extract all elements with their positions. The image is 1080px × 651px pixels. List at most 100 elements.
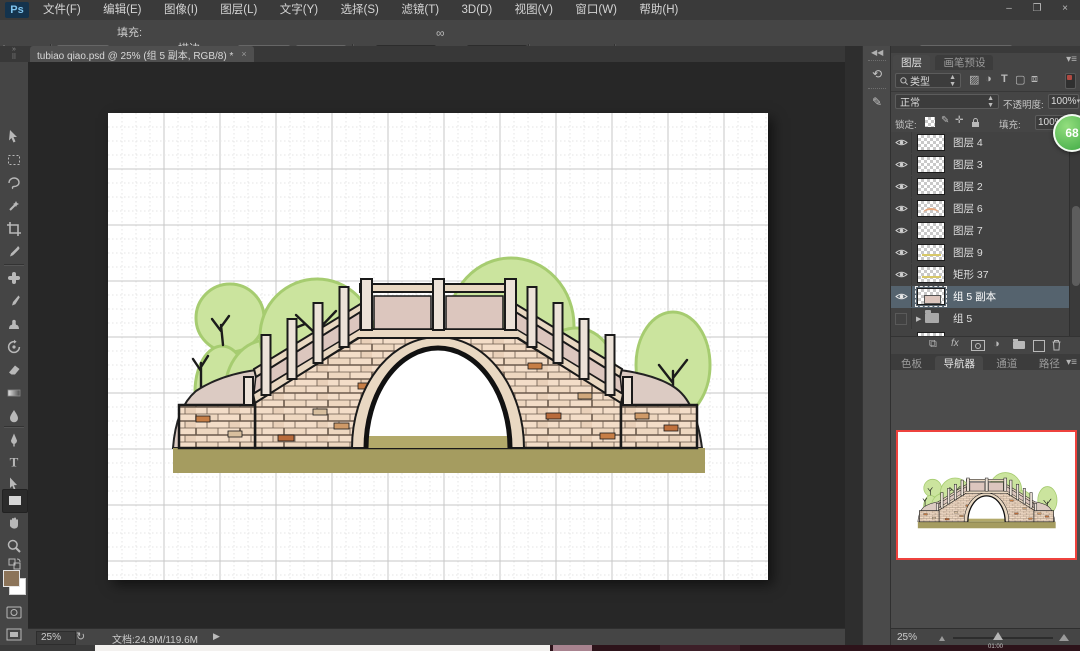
visibility-eye-icon[interactable] [891,154,912,175]
marquee-tool[interactable] [6,152,22,168]
zoom-in-icon[interactable] [1059,634,1069,641]
layer-row[interactable]: 矩形 37 [891,264,1069,287]
scrollbar-thumb[interactable] [1072,206,1080,286]
layer-thumbnail[interactable] [917,222,945,239]
blend-mode-select[interactable]: 正常 ▲▼ [895,94,999,109]
link-dimensions-icon[interactable]: ∞ [436,20,445,46]
link-layers-icon[interactable]: ⧉ [929,338,937,351]
menu-type[interactable]: 文字(Y) [271,0,327,20]
menu-filter[interactable]: 滤镜(T) [392,0,448,20]
menu-select[interactable]: 选择(S) [332,0,388,20]
panel-menu-icon[interactable]: ▾≡ [1066,54,1077,65]
tab-close-icon[interactable]: × [241,49,246,59]
zoom-level-field[interactable]: 25% [36,631,76,645]
zoom-out-icon[interactable] [939,636,945,641]
close-button[interactable]: × [1052,2,1078,17]
filter-pixel-layers-icon[interactable]: ▨ [969,73,979,86]
zoom-tool[interactable] [6,538,22,554]
adjustment-layer-icon[interactable]: ◑ [993,338,1000,350]
layer-thumbnail[interactable] [917,178,945,195]
layer-thumbnail[interactable] [917,288,945,305]
layer-row[interactable]: 图层 9 [891,242,1069,265]
new-layer-icon[interactable] [1033,340,1045,352]
type-tool[interactable]: T [6,454,22,470]
filter-adjustment-layers-icon[interactable]: ◑ [985,73,992,85]
filter-toggle-switch[interactable] [1065,73,1076,89]
filter-type-layers-icon[interactable]: T [1001,73,1008,85]
zoom-slider-thumb[interactable] [993,632,1003,640]
tab-brush-presets[interactable]: 画笔预设 [935,55,993,71]
menu-window[interactable]: 窗口(W) [566,0,626,20]
layer-effects-icon[interactable]: fx [951,338,959,349]
zoom-slider-track[interactable] [953,637,1053,639]
menu-edit[interactable]: 编辑(E) [94,0,150,20]
menu-3d[interactable]: 3D(D) [453,0,502,20]
lock-position-icon[interactable]: ✛ [955,115,963,126]
filter-smart-objects-icon[interactable]: ⧈ [1031,73,1038,86]
opacity-field[interactable]: 100% ▾ [1048,94,1079,109]
visibility-eye-icon[interactable] [891,220,912,241]
gradient-tool[interactable] [6,385,22,401]
foreground-color-swatch[interactable] [3,570,20,587]
layer-row[interactable]: 图层 2 [891,176,1069,199]
history-panel-icon[interactable]: ⟲ [866,64,888,84]
group-row[interactable]: ▶ 组 5 [891,308,1069,331]
menu-help[interactable]: 帮助(H) [630,0,687,20]
layer-row[interactable]: 图层 3 [891,154,1069,177]
quick-selection-tool[interactable] [6,198,22,214]
status-arrow-icon[interactable]: ▶ [213,631,220,642]
hand-tool[interactable] [6,515,22,531]
collapse-panels-icon[interactable]: ◀◀ [871,48,883,57]
menu-view[interactable]: 视图(V) [506,0,562,20]
pen-tool[interactable] [6,432,22,448]
lock-pixels-icon[interactable]: ✎ [941,115,949,126]
delete-layer-icon[interactable] [1051,339,1062,351]
layer-thumbnail[interactable] [917,156,945,173]
tool-presets-panel-icon[interactable]: ✎ [866,92,888,112]
sync-icon[interactable]: ↻ [76,630,85,643]
visibility-eye-icon[interactable] [891,286,912,307]
layer-thumbnail[interactable] [917,200,945,217]
layer-row-selected[interactable]: 组 5 副本 [891,286,1069,309]
layer-thumbnail[interactable] [917,244,945,261]
blur-tool[interactable] [6,408,22,424]
clone-stamp-tool[interactable] [6,316,22,332]
eraser-tool[interactable] [6,362,22,378]
restore-button[interactable]: ❐ [1024,2,1050,17]
toolbar-header[interactable]: »⠿ [0,46,28,62]
history-brush-tool[interactable] [6,339,22,355]
layer-thumbnail[interactable] [917,266,945,283]
layer-mask-icon[interactable] [971,340,985,351]
crop-tool[interactable] [6,221,22,237]
visibility-eye-icon[interactable] [891,242,912,263]
lasso-tool[interactable] [6,175,22,191]
layer-filter-kind-select[interactable]: 类型 ▲▼ [895,73,961,88]
canvas-workspace[interactable] [28,62,845,628]
layer-row[interactable]: 图层 6 [891,198,1069,221]
visibility-eye-icon[interactable] [891,176,912,197]
screen-mode-icon[interactable] [6,628,22,644]
document-tab[interactable]: tubiao qiao.psd @ 25% (组 5 副本, RGB/8) * … [30,46,254,62]
visibility-eye-icon[interactable] [891,198,912,219]
visibility-eye-icon[interactable] [891,132,912,153]
group-expand-icon[interactable]: ▶ [916,315,921,323]
filter-shape-layers-icon[interactable]: ▢ [1015,73,1025,86]
quick-mask-icon[interactable] [6,606,22,622]
navigator-proxy-view[interactable] [896,430,1077,560]
visibility-eye-icon[interactable] [891,264,912,285]
layer-row[interactable]: 图层 7 [891,220,1069,243]
document-canvas[interactable] [108,113,768,580]
layer-thumbnail[interactable] [917,134,945,151]
lock-transparency-icon[interactable] [925,117,935,127]
panel-menu-icon[interactable]: ▾≡ [1066,357,1077,368]
minimize-button[interactable]: – [996,2,1022,17]
lock-all-icon[interactable] [971,117,980,128]
visibility-eye-empty[interactable] [891,308,912,329]
new-group-icon[interactable] [1013,341,1025,349]
dock-divider[interactable] [845,46,862,645]
menu-layer[interactable]: 图层(L) [211,0,266,20]
move-tool[interactable] [6,128,22,144]
layers-scrollbar[interactable] [1069,132,1080,336]
brush-tool[interactable] [6,293,22,309]
layer-row[interactable]: 图层 4 [891,132,1069,155]
